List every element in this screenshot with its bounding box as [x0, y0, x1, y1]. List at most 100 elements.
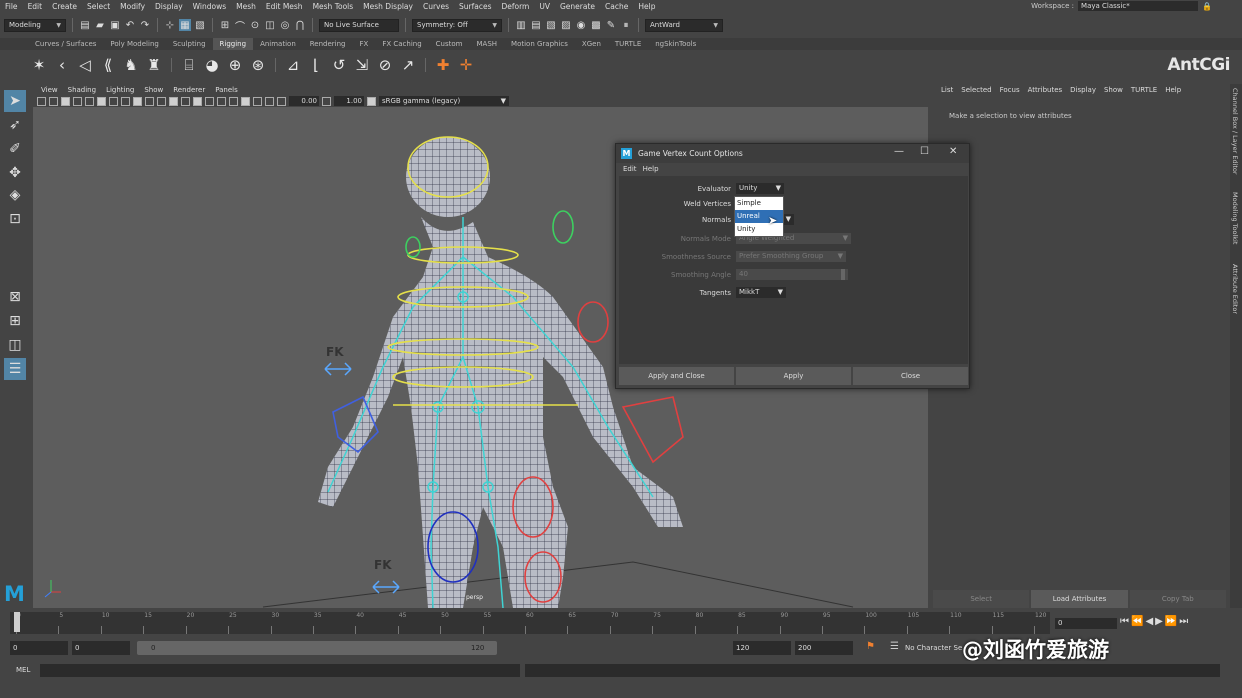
camera-attributes-icon[interactable] [49, 96, 58, 106]
shadows-icon[interactable] [229, 96, 238, 106]
menu-mesh[interactable]: Mesh [231, 2, 261, 11]
live-surface-dropdown[interactable]: No Live Surface [319, 18, 399, 32]
bind-skin-icon[interactable]: ⌸ [180, 56, 198, 74]
tab-sculpting[interactable]: Sculpting [166, 38, 213, 50]
menu-set-dropdown[interactable]: Modeling ▼ [4, 18, 66, 32]
safe-action-icon[interactable] [145, 96, 154, 106]
menu-select[interactable]: Select [82, 2, 115, 11]
gamma-icon[interactable] [322, 96, 331, 106]
bookmark-icon[interactable] [61, 96, 70, 106]
orient-constraint-icon[interactable]: ↺ [330, 56, 348, 74]
menu-edit-mesh[interactable]: Edit Mesh [261, 2, 308, 11]
close-icon[interactable]: ✕ [949, 146, 957, 157]
menu-edit[interactable]: Edit [620, 165, 640, 173]
color-management-icon[interactable] [367, 96, 376, 106]
tab-channel-box[interactable]: Channel Box / Layer Editor [1231, 88, 1239, 175]
quick-rig-icon[interactable]: ♞ [122, 56, 140, 74]
attribute-menu-selected[interactable]: Selected [957, 86, 995, 94]
evaluator-option-simple[interactable]: Simple [735, 197, 783, 210]
playback-end-field[interactable]: 120 [733, 641, 791, 655]
tab-modeling-toolkit[interactable]: Modeling Toolkit [1231, 192, 1239, 244]
viewport-menu-show[interactable]: Show [139, 86, 168, 94]
mel-label[interactable]: MEL [16, 666, 30, 674]
magnet-icon[interactable]: ⋂ [294, 19, 306, 31]
range-slider-bar[interactable]: 0 120 [137, 641, 497, 655]
attribute-menu-help[interactable]: Help [1161, 86, 1185, 94]
textured-icon[interactable] [205, 96, 214, 106]
menu-curves[interactable]: Curves [418, 2, 454, 11]
auto-key-icon[interactable]: ⚑ [866, 641, 875, 652]
menu-cache[interactable]: Cache [600, 2, 633, 11]
scale-tool-icon[interactable]: ⊡ [4, 208, 26, 230]
attribute-menu-list[interactable]: List [937, 86, 957, 94]
film-gate-icon[interactable] [97, 96, 106, 106]
tab-mash[interactable]: MASH [470, 38, 505, 50]
menu-edit[interactable]: Edit [23, 2, 48, 11]
pole-vector-icon[interactable]: ↗ [399, 56, 417, 74]
save-scene-icon[interactable]: ▣ [109, 19, 121, 31]
field-chart-icon[interactable] [133, 96, 142, 106]
render-settings-icon[interactable]: ▨ [560, 19, 572, 31]
close-button[interactable]: Close [853, 367, 968, 385]
evaluator-dropdown[interactable]: Unity ▼ [736, 183, 784, 194]
wireframe-on-shaded-icon[interactable] [193, 96, 202, 106]
menu-generate[interactable]: Generate [555, 2, 600, 11]
grid-icon[interactable] [85, 96, 94, 106]
point-constraint-icon[interactable]: ⊿ [284, 56, 302, 74]
gate-mask-icon[interactable] [121, 96, 130, 106]
tab-xgen[interactable]: XGen [575, 38, 608, 50]
playback-controls[interactable]: ⏮⏪◀▶⏩⏭ [1120, 616, 1190, 627]
undo-icon[interactable]: ↶ [124, 19, 136, 31]
paint-select-icon[interactable]: ✐ [4, 138, 26, 160]
apply-and-close-button[interactable]: Apply and Close [619, 367, 734, 385]
tab-poly-modeling[interactable]: Poly Modeling [103, 38, 165, 50]
snap-view-icon[interactable]: ◫ [264, 19, 276, 31]
animation-end-field[interactable]: 200 [795, 641, 853, 655]
image-plane-icon[interactable] [73, 96, 82, 106]
tab-curves-surfaces[interactable]: Curves / Surfaces [28, 38, 103, 50]
scale-constraint-icon[interactable]: ⇲ [353, 56, 371, 74]
isolate-select-icon[interactable] [265, 96, 274, 106]
menu-surfaces[interactable]: Surfaces [454, 2, 496, 11]
attribute-menu-display[interactable]: Display [1066, 86, 1100, 94]
ipr-render-icon[interactable]: ▧ [545, 19, 557, 31]
apply-button[interactable]: Apply [736, 367, 851, 385]
paint-weights-icon[interactable]: ◕ [203, 56, 221, 74]
gamma-field[interactable]: 1.00 [334, 96, 364, 106]
hypershade-icon[interactable]: ◉ [575, 19, 587, 31]
new-scene-icon[interactable]: ▤ [79, 19, 91, 31]
user-account-dropdown[interactable]: AntWard ▼ [645, 18, 723, 32]
menu-display[interactable]: Display [150, 2, 188, 11]
tab-rendering[interactable]: Rendering [303, 38, 353, 50]
tab-rigging[interactable]: Rigging [212, 38, 254, 50]
snap-curve-icon[interactable]: ⌒ [234, 19, 246, 33]
viewport-menu-lighting[interactable]: Lighting [101, 86, 139, 94]
humanik-icon[interactable]: ♜ [145, 56, 163, 74]
aim-constraint-icon[interactable]: ⌊ [307, 56, 325, 74]
current-time-marker[interactable] [14, 612, 20, 632]
four-pane-layout-icon[interactable]: ⊞ [4, 310, 26, 332]
two-pane-layout-icon[interactable]: ◫ [4, 334, 26, 356]
exposure-icon[interactable] [277, 96, 286, 106]
tab-turtle[interactable]: TURTLE [608, 38, 648, 50]
time-slider[interactable]: 0 5 10 15 20 25 30 35 40 45 50 55 60 65 70 75 80 85 90 95 10… [0, 610, 1242, 636]
select-button[interactable]: Select [933, 590, 1030, 608]
menu-deform[interactable]: Deform [496, 2, 534, 11]
character-set-icon[interactable]: ☰ [890, 641, 899, 652]
menu-windows[interactable]: Windows [188, 2, 231, 11]
time-slider-track[interactable]: 0510152025303540455055606570758085909510… [10, 612, 1050, 634]
xray-joints-icon[interactable] [253, 96, 262, 106]
lights-icon[interactable] [217, 96, 226, 106]
render-view-icon[interactable]: ▩ [590, 19, 602, 31]
viewport-menu-view[interactable]: View [36, 86, 63, 94]
select-hierarchy-icon[interactable]: ⊹ [164, 19, 176, 31]
redo-icon[interactable]: ↷ [139, 19, 151, 31]
menu-file[interactable]: File [0, 2, 23, 11]
minimize-icon[interactable]: — [894, 146, 904, 157]
pause-icon[interactable]: ⏸ [620, 19, 632, 31]
parent-constraint-icon[interactable]: ⊘ [376, 56, 394, 74]
wireframe-icon[interactable] [169, 96, 178, 106]
ik-spline-icon[interactable]: ◁ [76, 56, 94, 74]
menu-mesh-display[interactable]: Mesh Display [358, 2, 418, 11]
insert-joint-icon[interactable]: ⟪ [99, 56, 117, 74]
